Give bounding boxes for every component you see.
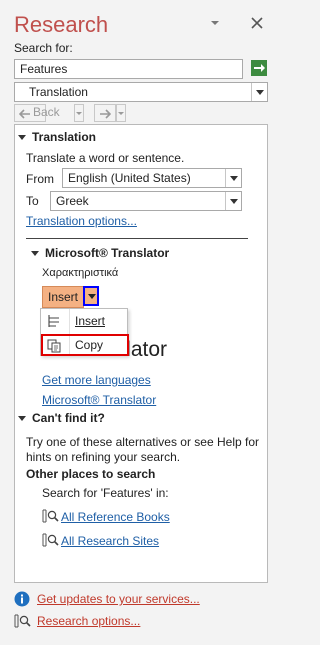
- forward-dropdown[interactable]: [116, 104, 126, 122]
- source-select[interactable]: Translation: [14, 82, 268, 102]
- close-icon[interactable]: [248, 14, 266, 32]
- other-places-heading: Other places to search: [26, 467, 156, 481]
- collapse-triangle-icon: [31, 251, 39, 257]
- chevron-down-icon: [76, 112, 82, 115]
- reference-books-icon: [42, 508, 59, 527]
- chevron-down-icon[interactable]: [206, 14, 224, 32]
- to-language-select[interactable]: Greek: [50, 191, 242, 211]
- cant-find-section-header[interactable]: Can't find it?: [18, 411, 105, 425]
- collapse-triangle-icon: [18, 416, 26, 422]
- start-search-button[interactable]: [251, 60, 267, 76]
- chevron-down-icon: [118, 112, 124, 115]
- translator-section-header[interactable]: Microsoft® Translator: [31, 246, 169, 260]
- search-for-in-label: Search for 'Features' in:: [42, 486, 169, 500]
- chevron-down-icon[interactable]: [251, 83, 267, 101]
- menu-item-insert-label: Insert: [75, 314, 106, 328]
- search-input[interactable]: Features: [14, 59, 243, 79]
- arrow-right-icon: [100, 109, 112, 119]
- insert-menu: Insert Copy: [40, 308, 129, 356]
- insert-button[interactable]: Insert: [42, 286, 84, 308]
- source-select-value: Translation: [29, 85, 88, 99]
- chevron-down-icon[interactable]: [225, 169, 241, 187]
- research-options-link[interactable]: Research options...: [37, 614, 140, 628]
- pane-title: Research: [14, 12, 109, 37]
- cant-find-heading: Can't find it?: [32, 411, 105, 425]
- info-icon: [14, 591, 30, 610]
- get-updates-link[interactable]: Get updates to your services...: [37, 592, 200, 606]
- research-options-icon: [14, 613, 32, 632]
- insert-icon: [48, 315, 59, 327]
- menu-item-insert[interactable]: Insert: [41, 310, 127, 332]
- translation-description: Translate a word or sentence.: [26, 151, 185, 165]
- forward-button[interactable]: [94, 104, 116, 122]
- arrow-left-icon: [18, 109, 30, 119]
- chevron-down-icon[interactable]: [225, 192, 241, 210]
- to-language-value: Greek: [56, 194, 89, 208]
- all-research-sites-link[interactable]: All Research Sites: [61, 534, 159, 548]
- insert-dropdown-button[interactable]: [83, 286, 99, 306]
- copy-icon: [47, 339, 61, 353]
- all-reference-books-link[interactable]: All Reference Books: [61, 510, 170, 524]
- microsoft-translator-link[interactable]: Microsoft® Translator: [42, 393, 156, 407]
- arrow-right-icon: [254, 64, 265, 72]
- research-sites-icon: [42, 532, 59, 551]
- insert-button-label: Insert: [47, 290, 78, 304]
- divider: [26, 238, 248, 239]
- back-label: Back: [33, 105, 60, 119]
- search-label: Search for:: [14, 41, 73, 55]
- collapse-triangle-icon: [18, 135, 26, 141]
- search-input-value: Features: [20, 62, 68, 76]
- from-language-select[interactable]: English (United States): [62, 168, 242, 188]
- translation-options-link[interactable]: Translation options...: [26, 214, 137, 228]
- cant-find-help-text: Try one of these alternatives or see Hel…: [26, 435, 260, 464]
- menu-item-copy[interactable]: Copy: [41, 334, 129, 356]
- menu-item-copy-label: Copy: [75, 338, 104, 352]
- back-dropdown[interactable]: [74, 104, 84, 122]
- translation-result: Χαρακτηριστικά: [42, 267, 119, 279]
- from-label: From: [26, 172, 54, 186]
- from-language-value: English (United States): [68, 171, 191, 185]
- to-label: To: [26, 194, 39, 208]
- translator-heading: Microsoft® Translator: [45, 246, 170, 260]
- translation-section-header[interactable]: Translation: [18, 130, 96, 144]
- translation-heading: Translation: [32, 130, 97, 144]
- get-more-languages-link[interactable]: Get more languages: [42, 373, 151, 387]
